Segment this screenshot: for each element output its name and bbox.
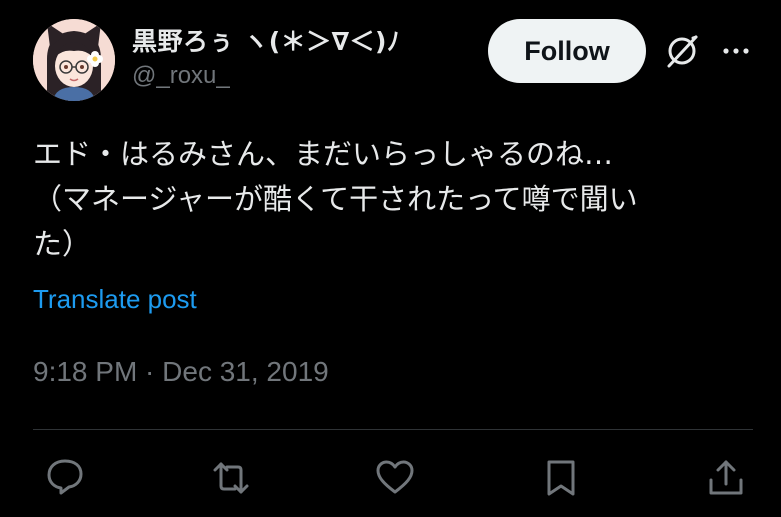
avatar[interactable] [33,19,115,101]
tweet-text-line: エド・はるみさん、まだいらっしゃるのね… [33,137,614,171]
avatar-image [33,19,115,101]
tweet-card: 黒野ろぅ ヽ(＊＞∇＜)ﾉ @_roxu_ Follow エド・はるみさん、まだ… [0,0,781,517]
more-icon[interactable] [719,38,753,64]
author-display-name[interactable]: 黒野ろぅ ヽ(＊＞∇＜)ﾉ [132,22,400,58]
tweet-text-line: （マネージャーが酷くて干されたって噂で聞い [33,182,638,216]
bookmark-icon[interactable] [541,458,581,498]
like-icon[interactable] [375,458,415,498]
reply-icon[interactable] [45,456,85,496]
tweet-timestamp[interactable]: 9:18 PM · Dec 31, 2019 [33,356,329,388]
retweet-icon[interactable] [211,458,251,498]
share-icon[interactable] [706,458,746,498]
follow-button[interactable]: Follow [488,19,646,83]
grok-icon[interactable] [663,32,701,70]
author-handle[interactable]: @_roxu_ [132,62,230,90]
divider [33,429,753,430]
translate-post-link[interactable]: Translate post [33,284,197,315]
tweet-text-line: た） [33,227,92,261]
tweet-text: エド・はるみさん、まだいらっしゃるのね… （マネージャーが酷くて干されたって噂で… [33,132,753,267]
